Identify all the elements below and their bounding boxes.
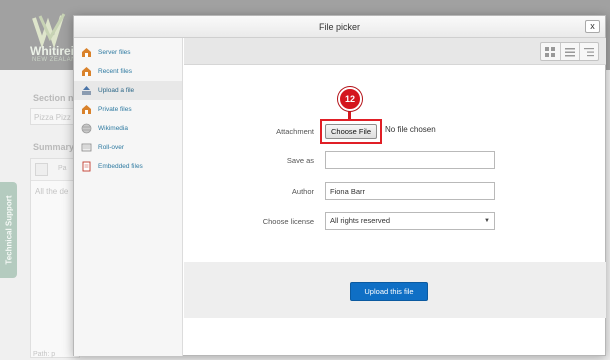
close-icon: x <box>590 21 595 31</box>
license-label: Choose license <box>262 217 314 226</box>
private-files-icon <box>82 105 91 114</box>
sidebar-item-label: Recent files <box>98 68 132 75</box>
attachment-label: Attachment <box>276 127 314 136</box>
sidebar-item-label: Roll-over <box>98 144 125 151</box>
wikimedia-icon <box>81 123 92 134</box>
upload-icon <box>82 86 91 95</box>
sidebar-item-recent-files[interactable]: Recent files <box>74 62 182 81</box>
sidebar-item-embedded-files[interactable]: Embedded files <box>74 157 182 176</box>
dialog-title: File picker <box>318 22 360 32</box>
view-tree-button[interactable] <box>579 43 598 60</box>
tree-icon <box>583 47 594 56</box>
upload-this-file-button[interactable]: Upload this file <box>350 282 428 301</box>
dialog-titlebar: File picker x <box>74 16 605 38</box>
server-files-icon <box>82 48 91 57</box>
save-as-input[interactable] <box>325 151 495 169</box>
view-toolbar <box>184 38 606 65</box>
view-list-button[interactable] <box>560 43 579 60</box>
sidebar-item-label: Upload a file <box>98 87 135 94</box>
sidebar-item-roll-over[interactable]: Roll-over <box>74 138 182 157</box>
close-button[interactable]: x <box>585 20 600 33</box>
repository-sidebar: Server files Recent files Upload a file … <box>74 38 183 356</box>
sidebar-item-wikimedia[interactable]: Wikimedia <box>74 119 182 138</box>
sidebar-item-server-files[interactable]: Server files <box>74 43 182 62</box>
license-select-value: All rights reserved <box>330 216 391 225</box>
embedded-files-icon <box>82 161 91 172</box>
recent-files-icon <box>82 67 91 76</box>
file-status: No file chosen <box>385 125 436 134</box>
sidebar-item-label: Wikimedia <box>98 125 128 132</box>
author-label: Author <box>291 187 314 196</box>
sidebar-item-label: Embedded files <box>98 163 143 170</box>
author-input[interactable] <box>325 182 495 200</box>
view-mode-group <box>540 42 599 61</box>
step-number-badge: 12 <box>338 87 362 111</box>
save-as-label: Save as <box>286 156 314 165</box>
rollover-icon <box>81 143 92 152</box>
dialog-footer: Upload this file <box>184 262 606 318</box>
sidebar-item-upload-a-file[interactable]: Upload a file <box>74 81 182 100</box>
view-icons-button[interactable] <box>541 43 560 60</box>
grid-icon <box>545 46 555 57</box>
sidebar-item-label: Server files <box>98 49 131 56</box>
chevron-down-icon: ▼ <box>484 218 490 224</box>
choose-file-highlight: Choose File <box>320 119 382 144</box>
license-select[interactable]: All rights reserved ▼ <box>325 212 495 230</box>
upload-panel: 12 Attachment Choose File No file chosen… <box>184 38 606 356</box>
sidebar-item-label: Private files <box>98 106 132 113</box>
list-icon <box>564 47 575 56</box>
file-picker-dialog: File picker x Server files Recent files … <box>73 15 606 356</box>
sidebar-item-private-files[interactable]: Private files <box>74 100 182 119</box>
choose-file-button[interactable]: Choose File <box>325 124 377 139</box>
